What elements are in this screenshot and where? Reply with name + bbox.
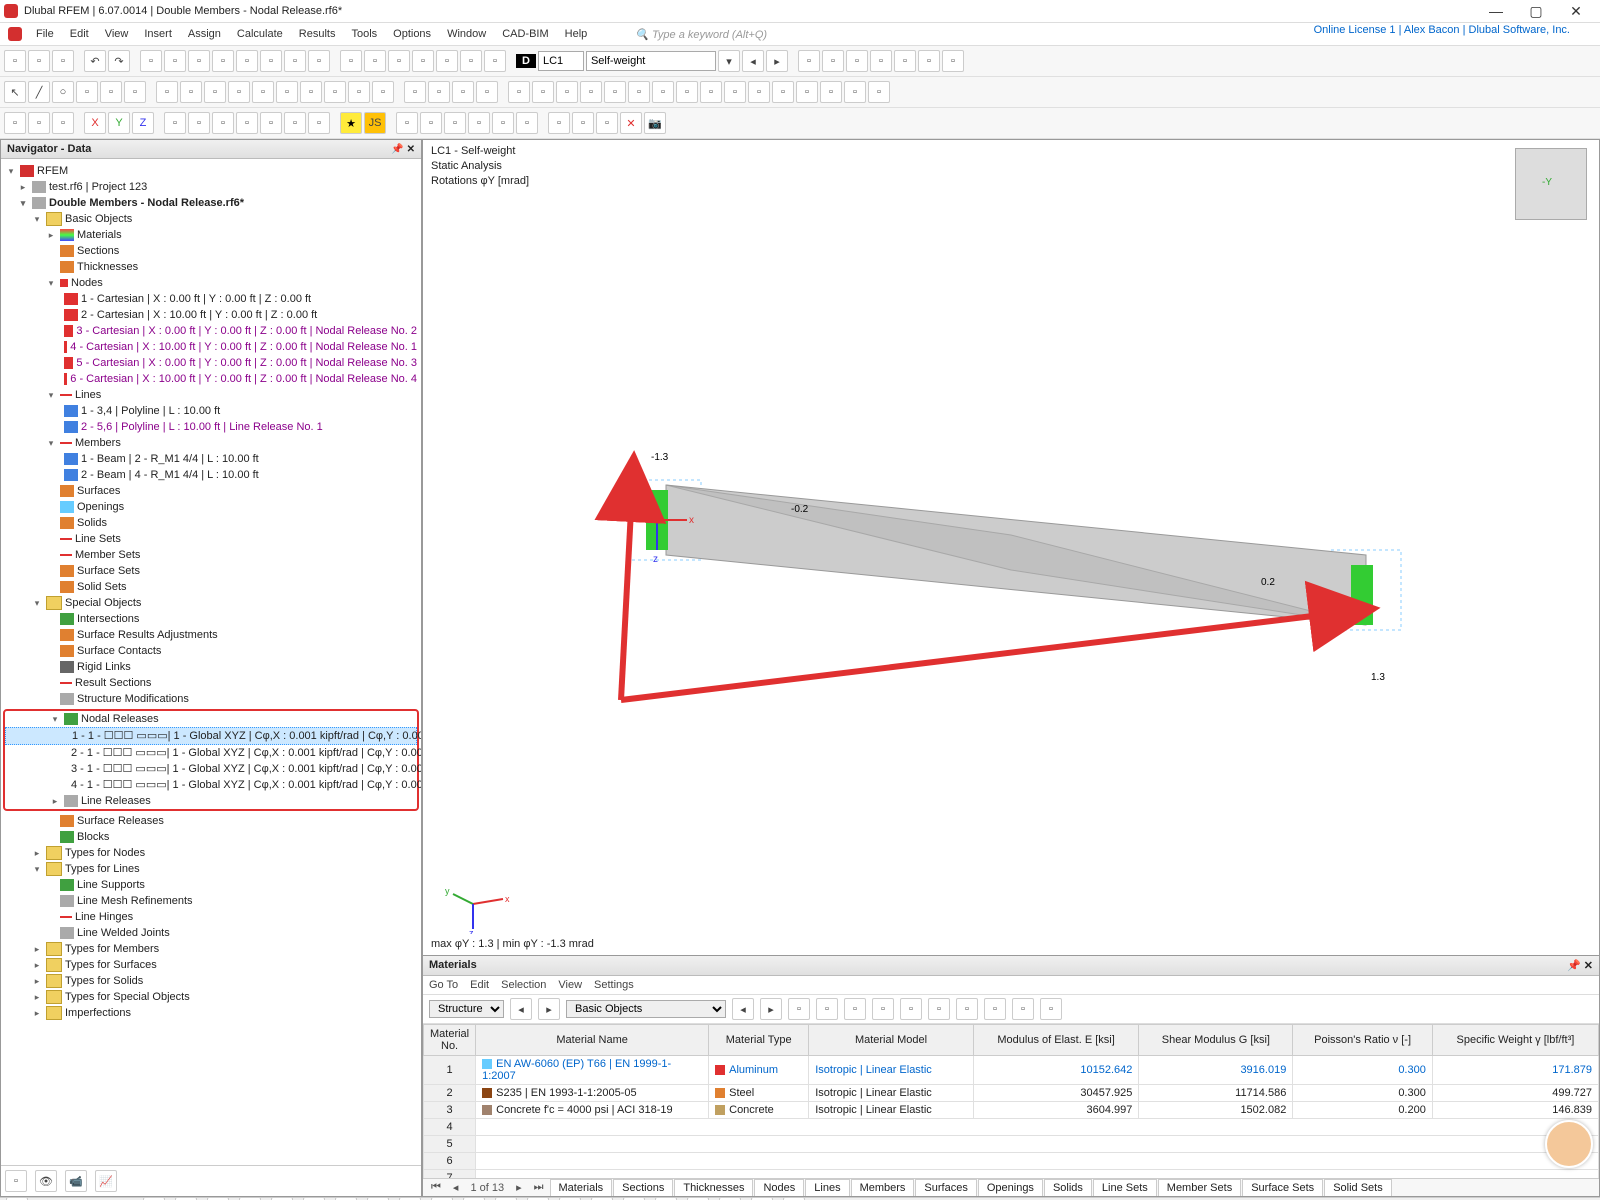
table-tab-surfaces[interactable]: Surfaces <box>915 1179 976 1197</box>
nav-tab-data[interactable]: ▫ <box>5 1170 27 1192</box>
svg-text:z: z <box>653 554 658 565</box>
tb-redo[interactable]: ↷ <box>108 50 130 72</box>
svg-text:z: z <box>469 928 474 934</box>
table-tab-solid-sets[interactable]: Solid Sets <box>1324 1179 1392 1197</box>
viewport-footer: max φY : 1.3 | min φY : -1.3 mrad <box>431 938 594 950</box>
menu-help[interactable]: Help <box>557 26 596 42</box>
svg-text:x: x <box>505 894 510 904</box>
window-title: Dlubal RFEM | 6.07.0014 | Double Members… <box>24 5 342 17</box>
pager-last[interactable]: ⏭ <box>528 1181 550 1194</box>
table-tab-member-sets[interactable]: Member Sets <box>1158 1179 1241 1197</box>
toolbar-1: ▫▫▫ ↶↷ ▫▫▫▫▫▫▫▫ ▫▫▫▫▫▫▫ D ▾◂▸ ▫▫▫▫▫▫▫ <box>0 46 1600 77</box>
viewport-header: LC1 - Self-weight Static Analysis Rotati… <box>431 144 529 189</box>
model-viewport[interactable]: LC1 - Self-weight Static Analysis Rotati… <box>422 139 1600 1197</box>
beam-render: x z -1.3 1.3 -0.2 0.2 <box>423 280 1599 720</box>
pin-icon[interactable]: 📌 ✕ <box>391 144 415 155</box>
app-icon <box>4 4 18 18</box>
lc-code[interactable] <box>538 51 584 71</box>
toolbar-2: ↖╱○▫▫▫ ▫▫▫▫▫▫▫▫▫▫ ▫▫▫▫ ▫▫▫▫▫▫▫▫▫▫▫▫▫▫▫▫ <box>0 77 1600 108</box>
minimize-button[interactable]: — <box>1476 0 1516 22</box>
menu-assign[interactable]: Assign <box>180 26 229 42</box>
table-tab-line-sets[interactable]: Line Sets <box>1093 1179 1157 1197</box>
menu-calculate[interactable]: Calculate <box>229 26 291 42</box>
lc-name[interactable] <box>586 51 716 71</box>
menu-edit[interactable]: Edit <box>62 26 97 42</box>
navigator-panel: Navigator - Data 📌 ✕ ▾RFEM ▸test.rf6 | P… <box>0 139 422 1197</box>
view-cube[interactable] <box>1515 148 1587 220</box>
pager-prev[interactable]: ◂ <box>447 1181 465 1194</box>
menu-file[interactable]: File <box>28 26 62 42</box>
menu-tools[interactable]: Tools <box>343 26 385 42</box>
svg-text:-0.2: -0.2 <box>791 504 809 515</box>
menu-insert[interactable]: Insert <box>136 26 180 42</box>
table-tab-nodes[interactable]: Nodes <box>754 1179 804 1197</box>
mp-edit[interactable]: Edit <box>470 979 489 991</box>
table-tab-openings[interactable]: Openings <box>978 1179 1043 1197</box>
table-tab-members[interactable]: Members <box>851 1179 915 1197</box>
pager-first[interactable]: ⏮ <box>425 1181 447 1194</box>
mp-goto[interactable]: Go To <box>429 979 458 991</box>
table-tab-lines[interactable]: Lines <box>805 1179 849 1197</box>
navigator-title: Navigator - Data 📌 ✕ <box>1 140 421 159</box>
table-tab-materials[interactable]: Materials <box>550 1179 613 1198</box>
tb-save[interactable]: ▫ <box>52 50 74 72</box>
svg-text:0.2: 0.2 <box>1261 577 1275 588</box>
svg-text:y: y <box>445 886 450 896</box>
license-info[interactable]: Online License 1 | Alex Bacon | Dlubal S… <box>1314 24 1570 36</box>
menu-options[interactable]: Options <box>385 26 439 42</box>
support-avatar[interactable] <box>1545 1120 1593 1168</box>
tb-open[interactable]: ▫ <box>28 50 50 72</box>
axes-gizmo: x y z <box>443 874 523 934</box>
table-tab-surface-sets[interactable]: Surface Sets <box>1242 1179 1323 1197</box>
svg-text:-1.3: -1.3 <box>651 452 669 463</box>
table-tabs: ⏮ ◂ 1 of 13 ▸ ⏭ MaterialsSectionsThickne… <box>423 1178 1599 1196</box>
table-tab-sections[interactable]: Sections <box>613 1179 673 1197</box>
materials-panel: Materials 📌 ✕ Go To Edit Selection View … <box>423 955 1599 1196</box>
structure-select[interactable]: Structure <box>429 1000 504 1018</box>
nav-tab-display[interactable]: 👁 <box>35 1170 57 1192</box>
svg-text:x: x <box>689 515 694 526</box>
menu-view[interactable]: View <box>97 26 137 42</box>
mp-view[interactable]: View <box>558 979 582 991</box>
svg-text:1.3: 1.3 <box>1371 672 1385 683</box>
navigator-bottom-tabs: ▫ 👁 📹 📈 <box>1 1165 421 1196</box>
navigator-tree[interactable]: ▾RFEM ▸test.rf6 | Project 123 ▾Double Me… <box>1 159 421 1165</box>
table-tab-solids[interactable]: Solids <box>1044 1179 1092 1197</box>
toolbar-3: ▫▫▫ XYZ ▫▫▫▫▫▫▫ ★JS ▫▫▫▫▫▫ ▫▫▫✕📷 <box>0 108 1600 139</box>
tb-undo[interactable]: ↶ <box>84 50 106 72</box>
nav-tab-results[interactable]: 📈 <box>95 1170 117 1192</box>
menu-window[interactable]: Window <box>439 26 494 42</box>
mp-selection[interactable]: Selection <box>501 979 546 991</box>
maximize-button[interactable]: ▢ <box>1516 0 1556 22</box>
table-tab-thicknesses[interactable]: Thicknesses <box>674 1179 753 1197</box>
load-case-selector[interactable]: D ▾◂▸ <box>516 50 788 72</box>
close-button[interactable]: ✕ <box>1556 0 1596 22</box>
materials-title: Materials <box>429 959 477 971</box>
materials-table[interactable]: Material No. Material Name Material Type… <box>423 1024 1599 1178</box>
nav-tab-views[interactable]: 📹 <box>65 1170 87 1192</box>
mp-settings[interactable]: Settings <box>594 979 634 991</box>
pager-next[interactable]: ▸ <box>510 1181 528 1194</box>
menu-cad-bim[interactable]: CAD-BIM <box>494 26 556 42</box>
menu-results[interactable]: Results <box>291 26 344 42</box>
menu-bar: File Edit View Insert Assign Calculate R… <box>0 23 1600 46</box>
app-menu-icon[interactable] <box>8 27 22 41</box>
title-bar: Dlubal RFEM | 6.07.0014 | Double Members… <box>0 0 1600 23</box>
basic-objects-select[interactable]: Basic Objects <box>566 1000 726 1018</box>
panel-pin-icon[interactable]: 📌 ✕ <box>1567 959 1593 972</box>
tb-new[interactable]: ▫ <box>4 50 26 72</box>
keyword-search[interactable]: 🔍 Type a keyword (Alt+Q) <box>635 28 767 41</box>
